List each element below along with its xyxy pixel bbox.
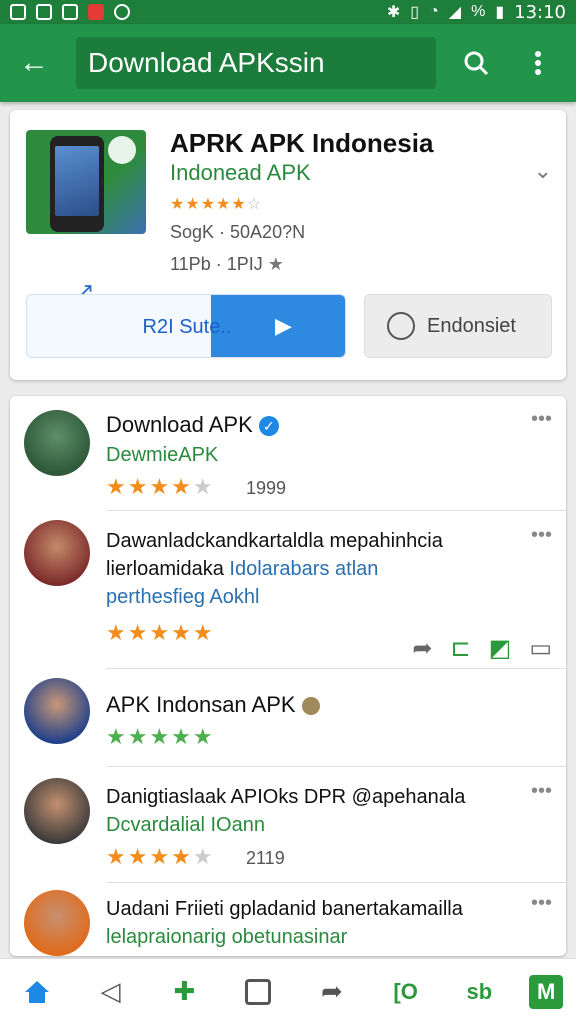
battery-percent: % bbox=[471, 3, 486, 20]
list-item[interactable]: Danigtiaslaak APIOks DPR @apehanala Dcva… bbox=[10, 778, 566, 878]
wifi-icon: ◔ bbox=[429, 3, 439, 20]
list-item[interactable]: APK Indonsan APK ★★★★★ bbox=[10, 678, 566, 764]
like-icon[interactable]: ◩ bbox=[489, 634, 512, 663]
list-item[interactable]: Download APK ✓ DewmieAPK ★★★★★ 1999 ••• bbox=[10, 408, 566, 508]
more-horiz-icon[interactable]: ••• bbox=[531, 892, 552, 915]
rating-stars: ★★★★★ bbox=[106, 620, 215, 645]
more-vert-icon[interactable] bbox=[516, 41, 560, 85]
app-meta-size: SogK · 50A20?N bbox=[170, 222, 306, 242]
secondary-button-label: Endonsiet bbox=[427, 314, 516, 337]
app-detail-card: APRK APK Indonesia Indonead APK ★★★★★☆ S… bbox=[10, 110, 566, 380]
list-item-subtitle: lelapraionarig obetunasinar bbox=[106, 926, 348, 948]
sb-icon[interactable]: sb bbox=[455, 968, 503, 1016]
more-horiz-icon[interactable]: ••• bbox=[531, 524, 552, 547]
app-bar: ← Download APKssin bbox=[0, 24, 576, 102]
list-item-title: Uadani Friieti gpladanid banertakamailla bbox=[106, 898, 463, 920]
list-item-text-line2: lierloamidaka Idolarabars atlan bbox=[106, 558, 379, 580]
battery-icon: ▮ bbox=[495, 4, 505, 21]
home-icon[interactable] bbox=[13, 968, 61, 1016]
secondary-button[interactable]: Endonsiet bbox=[364, 294, 552, 358]
search-icon[interactable] bbox=[454, 41, 498, 85]
install-label: R2I Sute.. bbox=[142, 315, 232, 338]
install-button[interactable]: R2I Sute.. ▶ bbox=[26, 294, 346, 358]
sync-notification-icon bbox=[114, 4, 130, 20]
badge-icon bbox=[301, 697, 320, 716]
verified-icon: ✓ bbox=[258, 416, 279, 437]
nav-back-icon[interactable]: ◁ bbox=[87, 968, 135, 1016]
phone-image bbox=[50, 136, 104, 232]
vibrate-icon: ▯ bbox=[410, 4, 420, 21]
review-list-card: Download APK ✓ DewmieAPK ★★★★★ 1999 ••• D… bbox=[10, 396, 566, 956]
play-icon: ▶ bbox=[275, 313, 292, 338]
app-notification-icon bbox=[36, 4, 52, 20]
avatar bbox=[24, 410, 90, 476]
divider bbox=[106, 882, 566, 883]
list-item[interactable]: Dawanladckandkartaldla mepahinhcia lierl… bbox=[10, 520, 566, 670]
app-meta-downloads: 11Pb · 1PIJ ★ bbox=[170, 254, 284, 274]
divider bbox=[106, 668, 566, 669]
avatar bbox=[24, 678, 90, 744]
app-badge-icon bbox=[108, 136, 136, 164]
list-item[interactable]: Uadani Friieti gpladanid banertakamailla… bbox=[10, 890, 566, 956]
more-horiz-icon[interactable]: ••• bbox=[531, 780, 552, 803]
rating-stars: ★★★★★ bbox=[106, 844, 215, 869]
list-item-text-line3: perthesfieg Aokhl bbox=[106, 586, 260, 608]
bottom-navigation: ◁ ✚ ➦ [O sb M bbox=[0, 958, 576, 1024]
action-bar: ➦ ⊏ ◩ ▭ bbox=[412, 634, 552, 663]
app-developer[interactable]: Indonead APK bbox=[170, 160, 311, 186]
rating-stars: ★★★★★ bbox=[106, 474, 215, 499]
back-arrow-icon[interactable]: ← bbox=[12, 41, 56, 85]
chevron-down-icon[interactable]: ⌄ bbox=[534, 158, 552, 184]
avatar bbox=[24, 890, 90, 956]
rating-count: 2119 bbox=[246, 848, 285, 868]
mail-notification-icon bbox=[88, 4, 104, 20]
list-item-text-line1: Dawanladckandkartaldla mepahinhcia bbox=[106, 530, 443, 552]
status-bar: ✱ ▯ ◔ ◢ % ▮ 13:10 bbox=[0, 0, 576, 24]
more-horiz-icon[interactable]: ••• bbox=[531, 408, 552, 431]
comment-icon[interactable]: ▭ bbox=[529, 634, 552, 663]
search-input[interactable]: Download APKssin bbox=[76, 37, 436, 89]
quote-icon[interactable]: [O bbox=[382, 968, 430, 1016]
person-icon bbox=[387, 312, 415, 340]
divider bbox=[106, 510, 566, 511]
app-icon[interactable] bbox=[26, 130, 146, 234]
rating-stars: ★★★★★ bbox=[106, 724, 215, 749]
list-item-title: APK Indonsan APK bbox=[106, 692, 320, 718]
avatar bbox=[24, 520, 90, 586]
share-icon[interactable]: ➦ bbox=[412, 634, 432, 663]
list-item-title: Danigtiaslaak APIOks DPR @apehanala bbox=[106, 786, 466, 808]
recents-icon[interactable] bbox=[234, 968, 282, 1016]
image-notification-icon bbox=[62, 4, 78, 20]
list-item-subtitle: DewmieAPK bbox=[106, 444, 219, 466]
signal-icon: ◢ bbox=[448, 4, 462, 21]
app-rating-stars: ★★★★★☆ bbox=[170, 196, 263, 213]
share-icon[interactable]: ➦ bbox=[308, 968, 356, 1016]
m-icon[interactable]: M bbox=[529, 974, 564, 1009]
bluetooth-icon: ✱ bbox=[386, 4, 401, 21]
avatar bbox=[24, 778, 90, 844]
gallery-notification-icon bbox=[10, 4, 26, 20]
list-item-title: Download APK ✓ bbox=[106, 412, 279, 438]
list-item-subtitle: Dcvardalial IOann bbox=[106, 814, 265, 836]
divider bbox=[106, 766, 566, 767]
app-title: APRK APK Indonesia bbox=[170, 128, 434, 158]
rating-count: 1999 bbox=[246, 478, 287, 498]
reply-icon[interactable]: ⊏ bbox=[451, 634, 471, 663]
clock: 13:10 bbox=[514, 1, 566, 23]
plus-icon[interactable]: ✚ bbox=[160, 968, 208, 1016]
